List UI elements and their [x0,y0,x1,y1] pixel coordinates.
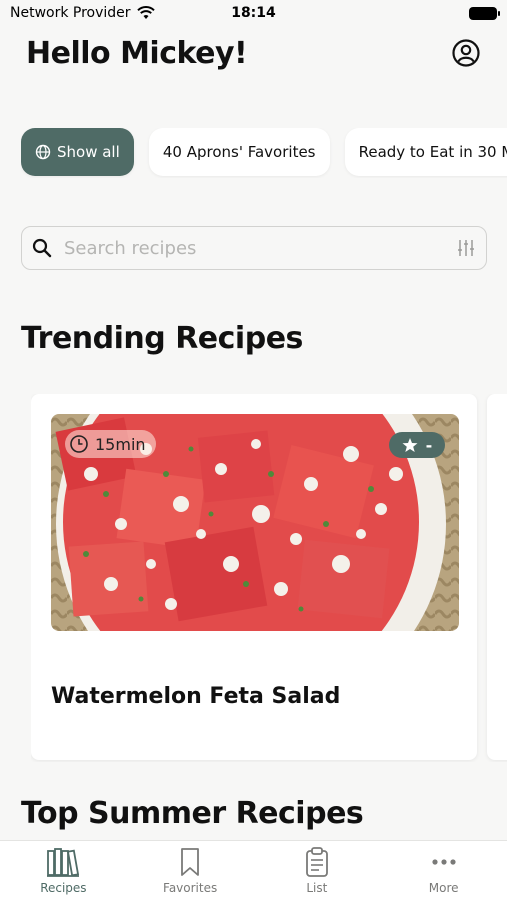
rating-badge: - [389,432,445,458]
clipboard-icon [305,847,328,877]
tab-recipes[interactable]: Recipes [0,841,127,900]
summer-section-title: Top Summer Recipes [21,796,364,831]
filter-sliders-icon[interactable] [456,238,476,258]
status-bar: Network Provider 18:14 [0,0,507,28]
filter-chips: Show all 40 Aprons' Favorites Ready to E… [21,128,507,178]
books-icon [47,848,80,877]
chip-ready-30-min[interactable]: Ready to Eat in 30 Min [344,128,507,176]
clock-icon [70,435,88,453]
chip-label: 40 Aprons' Favorites [162,143,316,161]
search-bar [21,226,487,270]
recipe-image: 15min - [51,414,459,631]
search-input[interactable] [64,237,456,259]
chip-aprons-favorites[interactable]: 40 Aprons' Favorites [148,128,330,176]
bookmark-icon [181,848,200,876]
tab-more[interactable]: More [380,841,507,900]
cook-time-badge: 15min [65,430,156,458]
more-icon [432,859,456,865]
trending-section-title: Trending Recipes [21,321,303,356]
search-icon [32,238,52,258]
recipe-card[interactable]: 15min - Watermelon Feta Salad [31,394,477,760]
recipe-title: Watermelon Feta Salad [51,684,341,709]
cook-time-label: 15min [95,434,146,454]
star-icon [402,438,418,452]
chip-show-all[interactable]: Show all [21,128,134,176]
tab-favorites[interactable]: Favorites [127,841,254,900]
tab-label: Recipes [40,881,87,895]
tab-label: More [428,881,459,895]
battery-icon [469,7,500,20]
tab-label: List [306,881,328,895]
globe-icon [35,144,51,160]
tab-list[interactable]: List [254,841,381,900]
rating-value: - [425,435,433,455]
bottom-tab-bar: Recipes Favorites List More [0,840,507,900]
profile-icon[interactable] [451,38,481,68]
tab-label: Favorites [163,881,218,895]
chip-label: Show all [57,143,120,161]
recipe-card-next[interactable] [487,394,507,760]
chip-label: Ready to Eat in 30 Min [358,143,507,161]
header: Hello Mickey! [26,32,481,76]
status-time: 18:14 [231,5,276,21]
trending-carousel: 15min - Watermelon Feta Salad [31,394,507,762]
greeting-title: Hello Mickey! [26,36,248,71]
